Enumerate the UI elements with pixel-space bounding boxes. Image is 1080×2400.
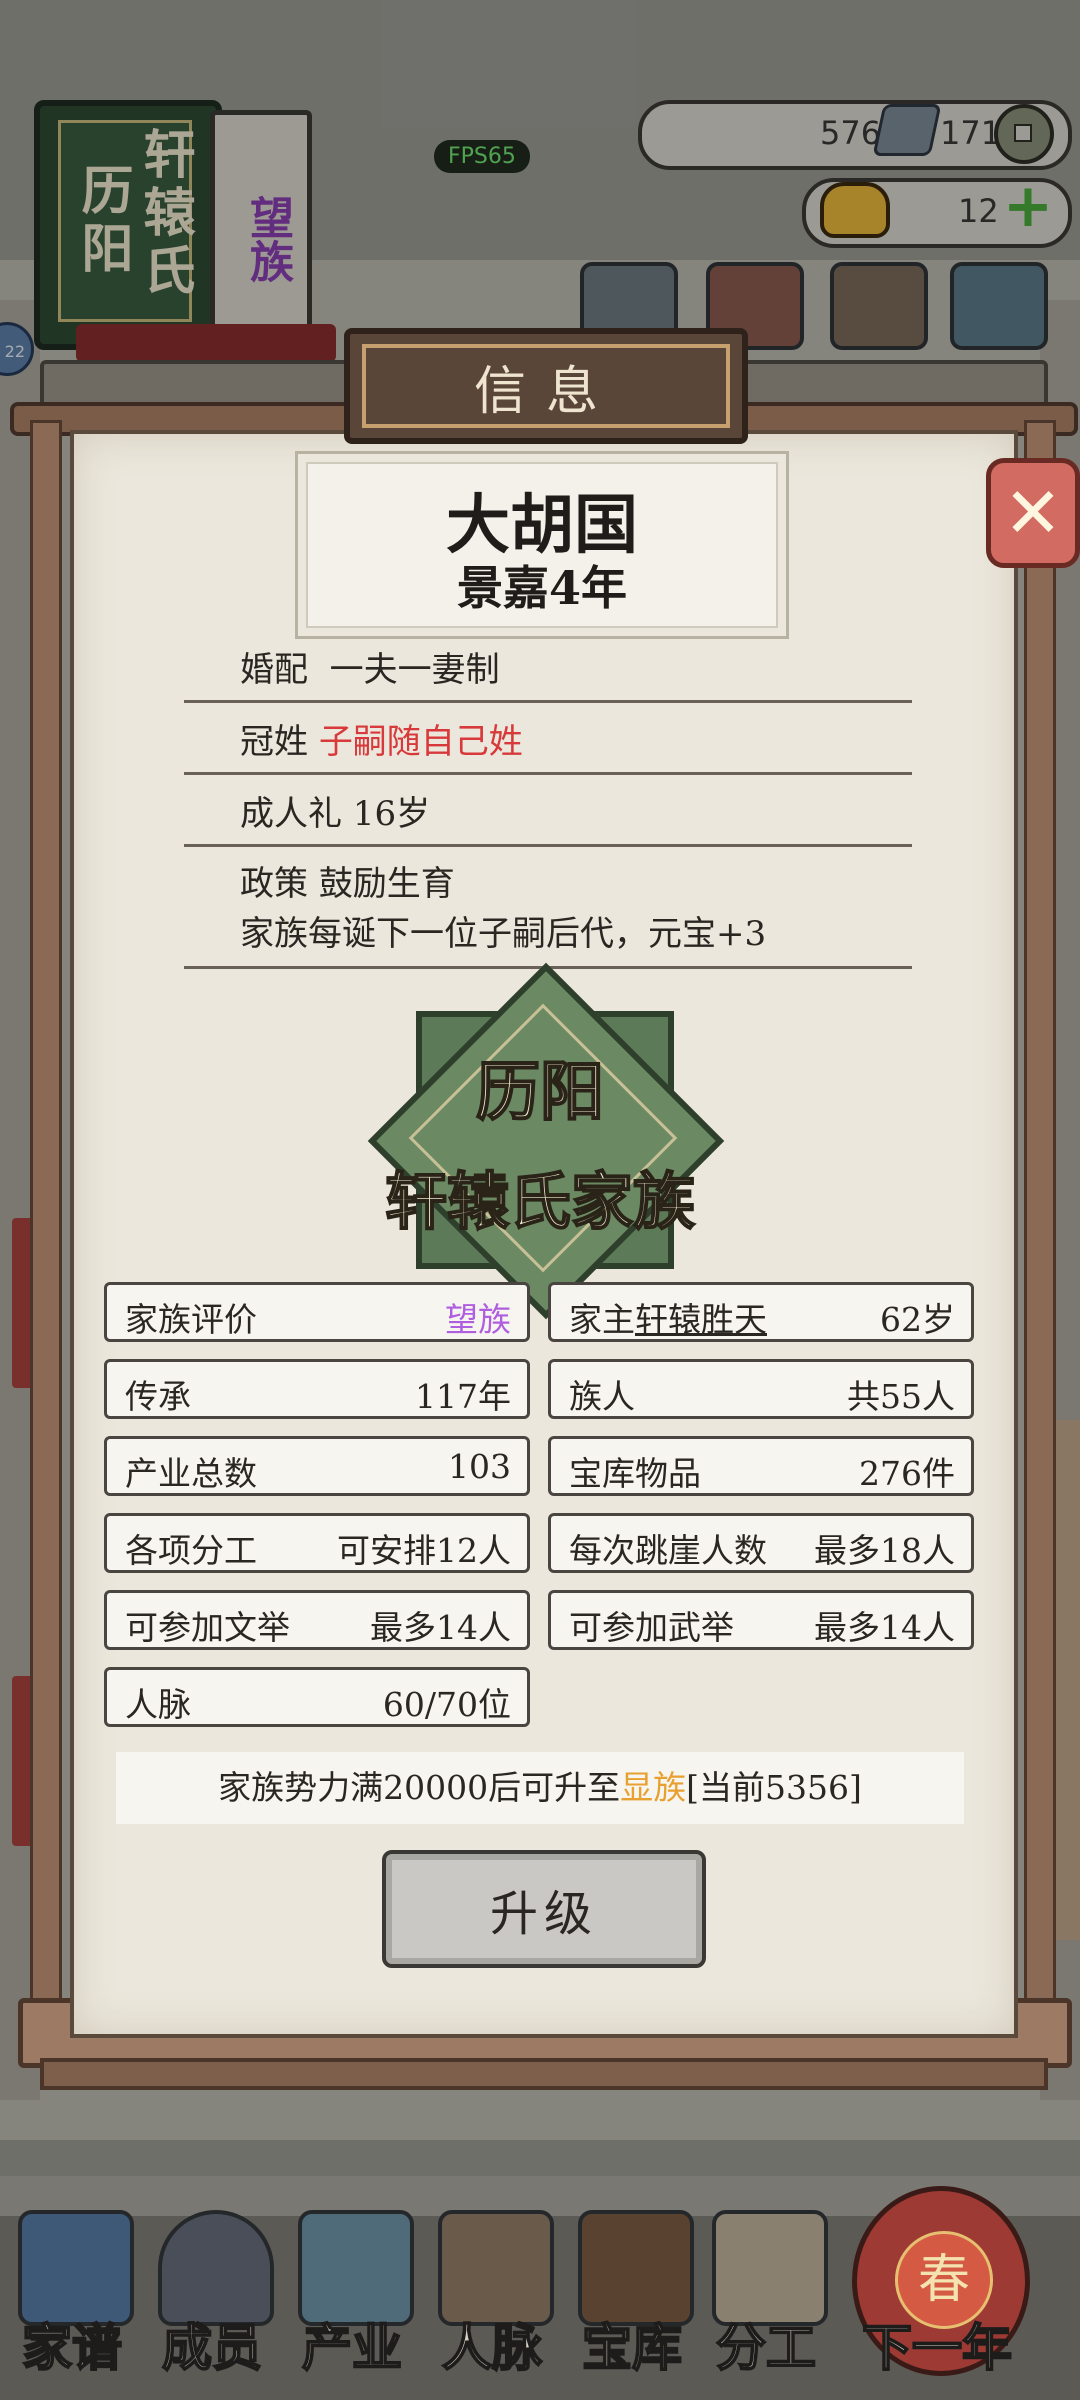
policy-marriage: 婚配 一夫一妻制 bbox=[240, 650, 500, 690]
stat-civil-exam: 可参加文举 最多14人 bbox=[104, 1590, 530, 1650]
panel-title-plaque: 信息 bbox=[344, 328, 748, 444]
stat-labor: 各项分工 可安排12人 bbox=[104, 1513, 530, 1573]
emblem-place: 历阳 bbox=[475, 1054, 605, 1131]
nav-label: 分工 bbox=[715, 2317, 817, 2378]
nav-label: 家谱 bbox=[21, 2317, 123, 2378]
next-rank: 显族 bbox=[620, 1768, 687, 1807]
nav-label: 宝库 bbox=[581, 2317, 683, 2378]
panel-base bbox=[40, 2058, 1048, 2090]
nav-members[interactable]: 成员 bbox=[148, 2190, 276, 2390]
stat-value: 共55人 bbox=[847, 1377, 955, 1416]
close-button[interactable]: ✕ bbox=[986, 458, 1080, 568]
stat-value: 62岁 bbox=[880, 1300, 955, 1339]
stat-heritage: 传承 117年 bbox=[104, 1359, 530, 1419]
emblem-clan: 轩辕氏家族 bbox=[384, 1164, 696, 1239]
stat-value: 可安排12人 bbox=[337, 1531, 511, 1570]
policy-row-policy: 政策 鼓励生育 家族每诞下一位子嗣后代，元宝+3 bbox=[184, 856, 912, 969]
upgrade-button-label: 升级 bbox=[489, 1886, 598, 1942]
stat-label: 可参加武举 bbox=[569, 1608, 734, 1647]
stat-label: 产业总数 bbox=[125, 1454, 257, 1493]
stat-members: 族人 共55人 bbox=[548, 1359, 974, 1419]
nav-label: 下一年 bbox=[861, 2317, 1013, 2378]
nation-era: 景嘉4年 bbox=[456, 561, 627, 615]
right-pillar bbox=[1024, 420, 1056, 2016]
nav-industry[interactable]: 产业 bbox=[288, 2190, 416, 2390]
stat-value: 最多18人 bbox=[814, 1531, 955, 1570]
stat-value: 60/70位 bbox=[382, 1685, 511, 1724]
stat-network: 人脉 60/70位 bbox=[104, 1667, 530, 1727]
nav-network[interactable]: 人脉 bbox=[428, 2190, 556, 2390]
policy-description: 家族每诞下一位子嗣后代，元宝+3 bbox=[240, 914, 767, 954]
policy-surname: 冠姓 子嗣随自己姓 bbox=[240, 722, 523, 762]
stat-value: 望族 bbox=[445, 1300, 511, 1339]
left-pillar bbox=[30, 420, 62, 2016]
stat-value: 117年 bbox=[415, 1377, 511, 1416]
policy-row-surname: 冠姓 子嗣随自己姓 bbox=[184, 712, 912, 775]
policy-row-coming-of-age: 成人礼 16岁 bbox=[184, 784, 912, 847]
stat-value: 最多14人 bbox=[370, 1608, 511, 1647]
stat-military-exam: 可参加武举 最多14人 bbox=[548, 1590, 974, 1650]
policy-coming-of-age: 成人礼 16岁 bbox=[240, 794, 431, 834]
stat-label: 族人 bbox=[569, 1377, 635, 1416]
stat-value: 最多14人 bbox=[814, 1608, 955, 1647]
stat-value: 103 bbox=[448, 1447, 511, 1486]
stat-label: 人脉 bbox=[125, 1685, 191, 1724]
stat-label: 传承 bbox=[125, 1377, 191, 1416]
stat-label: 可参加文举 bbox=[125, 1608, 290, 1647]
nav-label: 产业 bbox=[301, 2317, 403, 2378]
stat-treasury: 宝库物品 276件 bbox=[548, 1436, 974, 1496]
nav-next-year[interactable]: 下一年 bbox=[861, 2190, 1013, 2390]
stat-label: 宝库物品 bbox=[569, 1454, 701, 1493]
close-icon: ✕ bbox=[1003, 472, 1063, 554]
nav-label: 成员 bbox=[161, 2317, 263, 2378]
panel-title: 信息 bbox=[362, 344, 730, 428]
nav-labor[interactable]: 分工 bbox=[702, 2190, 830, 2390]
family-emblem: 历阳 轩辕氏家族 bbox=[360, 955, 725, 1320]
stat-value: 276件 bbox=[859, 1454, 955, 1493]
upgrade-requirement: 家族势力满20000后可升至显族[当前5356] bbox=[116, 1752, 964, 1824]
stat-label: 家主轩辕胜天 bbox=[569, 1300, 767, 1339]
nav-treasury[interactable]: 宝库 bbox=[568, 2190, 696, 2390]
stat-rating: 家族评价 望族 bbox=[104, 1282, 530, 1342]
stat-cliff: 每次跳崖人数 最多18人 bbox=[548, 1513, 974, 1573]
upgrade-button[interactable]: 升级 bbox=[382, 1850, 706, 1968]
stat-label: 每次跳崖人数 bbox=[569, 1531, 767, 1570]
policy-main: 政策 鼓励生育 bbox=[240, 864, 455, 904]
nation-card: 大胡国 景嘉4年 bbox=[306, 462, 778, 628]
stat-label: 各项分工 bbox=[125, 1531, 257, 1570]
policy-row-marriage: 婚配 一夫一妻制 bbox=[184, 640, 912, 703]
family-head-name-link[interactable]: 轩辕胜天 bbox=[635, 1300, 767, 1339]
stat-label: 家族评价 bbox=[125, 1300, 257, 1339]
nav-label: 人脉 bbox=[441, 2317, 543, 2378]
nav-genealogy[interactable]: 家谱 bbox=[8, 2190, 136, 2390]
stat-industry: 产业总数 103 bbox=[104, 1436, 530, 1496]
stat-family-head[interactable]: 家主轩辕胜天 62岁 bbox=[548, 1282, 974, 1342]
